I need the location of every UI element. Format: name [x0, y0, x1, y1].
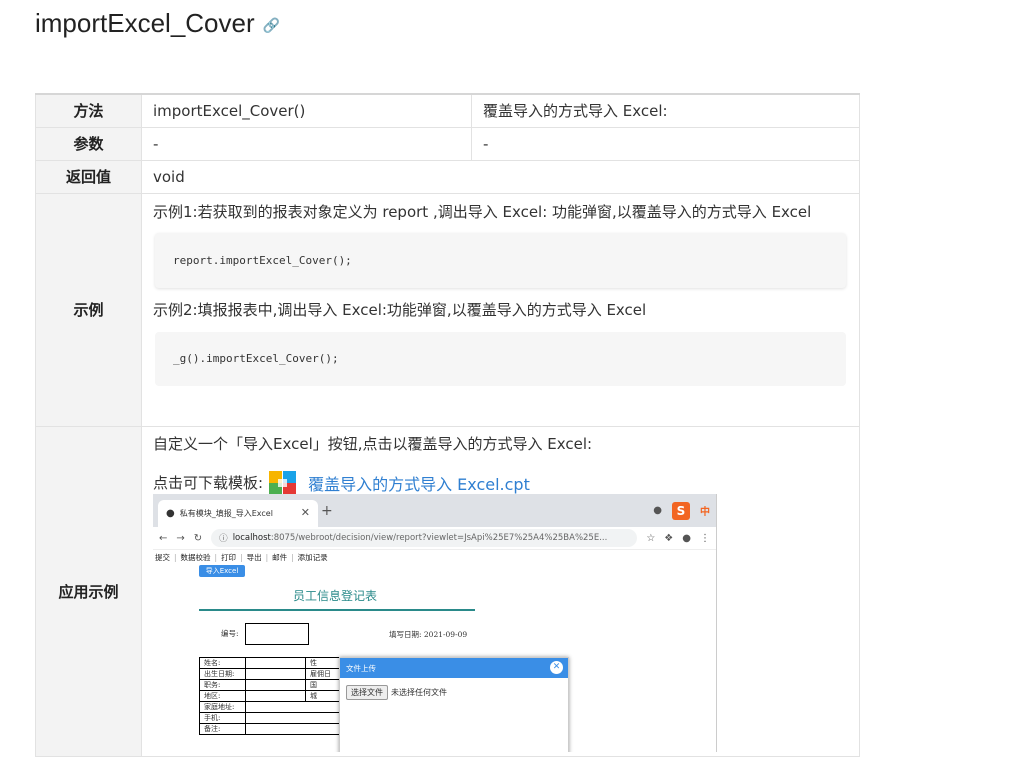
window-controls: ● S 中 — [653, 494, 716, 527]
ime-language: 中 — [700, 507, 710, 518]
application-text: 自定义一个「导入Excel」按钮,点击以覆盖导入的方式导入 Excel: — [153, 434, 593, 453]
tab-close-icon[interactable]: ✕ — [301, 506, 310, 519]
choose-file-button[interactable]: 选择文件 — [346, 685, 388, 700]
method-label: 方法 — [35, 93, 142, 128]
url-host: localhost — [232, 533, 271, 543]
dialog-header: 文件上传 ✕ — [340, 658, 568, 678]
toolbar-print[interactable]: 打印 — [221, 552, 236, 563]
menu-icon[interactable]: ⋮ — [700, 533, 710, 544]
example-content: 示例1:若获取到的报表对象定义为 report ,调出导入 Excel: 功能弹… — [141, 192, 860, 427]
embedded-screenshot: ● 私有模块_填报_导入Excel ✕ + ● S 中 ← → ↻ ⓘ loca… — [153, 494, 717, 752]
grid-hire-label: 雇佣日 — [305, 668, 340, 680]
application-label: 应用示例 — [35, 425, 142, 757]
toolbar-export[interactable]: 导出 — [247, 552, 262, 563]
form-grid: 姓名: 性 出生日期: 雇佣日 职务: 国 地区: 城 家庭地址: 手机: 备注: — [199, 657, 340, 735]
row-param: 参数 - - — [35, 126, 860, 161]
toolbar-submit[interactable]: 提交 — [155, 552, 170, 563]
return-label: 返回值 — [35, 159, 142, 194]
info-icon: ⓘ — [219, 534, 228, 544]
download-prefix: 点击可下载模板: — [153, 474, 264, 492]
form-title-underline — [199, 609, 475, 611]
page-title-text: importExcel_Cover — [35, 8, 255, 38]
example-label: 示例 — [35, 192, 142, 427]
address-bar-row: ← → ↻ ⓘ localhost:8075/webroot/decision/… — [153, 527, 716, 549]
report-toolbar: 提交 | 数据校验 | 打印 | 导出 | 邮件 | 添加记录 — [153, 549, 716, 565]
grid-name-label: 姓名: — [199, 657, 246, 669]
grid-phone-label: 手机: — [199, 712, 246, 724]
new-tab-icon[interactable]: + — [321, 503, 333, 519]
form-title: 员工信息登记表 — [293, 589, 378, 603]
row-example: 示例 示例1:若获取到的报表对象定义为 report ,调出导入 Excel: … — [35, 192, 860, 427]
import-excel-button[interactable]: 导入Excel — [199, 565, 245, 577]
date-label: 填写日期: 2021-09-09 — [389, 630, 468, 639]
star-icon[interactable]: ☆ — [646, 533, 655, 544]
grid-birth-label: 出生日期: — [199, 668, 246, 680]
grid-gender-label: 性 — [305, 657, 340, 669]
grid-job-label: 职务: — [199, 679, 246, 691]
example2-text: 示例2:填报报表中,调出导入 Excel:功能弹窗,以覆盖导入的方式导入 Exc… — [153, 300, 647, 319]
method-name: importExcel_Cover() — [141, 93, 472, 128]
grid-remark-label: 备注: — [199, 723, 246, 735]
dialog-close-icon[interactable]: ✕ — [550, 661, 563, 674]
grid-region-label: 地区: — [199, 690, 246, 702]
grid-country-label: 国 — [305, 679, 340, 691]
extensions-icon[interactable]: ❖ — [664, 533, 673, 544]
number-input[interactable] — [245, 623, 309, 645]
url-rest: :8075/webroot/decision/view/report?viewl… — [270, 533, 608, 543]
download-line: 点击可下载模板: 覆盖导入的方式导入 Excel.cpt — [153, 470, 848, 496]
example2-code[interactable]: _g().importExcel_Cover(); — [155, 331, 846, 386]
number-label: 编号: — [221, 629, 239, 638]
record-icon[interactable]: ● — [653, 505, 662, 516]
row-method: 方法 importExcel_Cover() 覆盖导入的方式导入 Excel: — [35, 93, 860, 128]
page-title: importExcel_Cover 🔗 — [35, 8, 280, 39]
profile-icon[interactable]: ● — [682, 533, 691, 544]
return-value: void — [141, 159, 860, 194]
toolbar-validate[interactable]: 数据校验 — [181, 552, 211, 563]
row-return: 返回值 void — [35, 159, 860, 194]
grid-city-label: 城 — [305, 690, 340, 702]
dialog-title: 文件上传 — [346, 663, 376, 673]
download-template-link[interactable]: 覆盖导入的方式导入 Excel.cpt — [308, 471, 530, 495]
browser-tabbar: ● 私有模块_填报_导入Excel ✕ + ● S 中 — [153, 494, 716, 527]
cpt-file-icon — [269, 470, 297, 495]
browser-tab[interactable]: ● 私有模块_填报_导入Excel ✕ — [158, 500, 318, 527]
method-description: 覆盖导入的方式导入 Excel: — [471, 93, 860, 128]
example1-code[interactable]: report.importExcel_Cover(); — [155, 232, 846, 288]
param-label: 参数 — [35, 126, 142, 161]
forward-icon[interactable]: → — [176, 533, 184, 544]
sogou-ime-icon[interactable]: S — [672, 501, 690, 520]
tab-title: 私有模块_填报_导入Excel — [179, 509, 273, 518]
toolbar-mail[interactable]: 邮件 — [272, 552, 287, 563]
back-icon[interactable]: ← — [159, 533, 167, 544]
url-field[interactable]: ⓘ localhost:8075/webroot/decision/view/r… — [211, 529, 638, 547]
example1-text: 示例1:若获取到的报表对象定义为 report ,调出导入 Excel: 功能弹… — [153, 202, 812, 221]
param-value-2: - — [471, 126, 860, 161]
reload-icon[interactable]: ↻ — [194, 533, 202, 544]
dialog-body: 选择文件 未选择任何文件 — [340, 678, 568, 707]
grid-address-label: 家庭地址: — [199, 701, 246, 713]
no-file-text: 未选择任何文件 — [391, 688, 447, 697]
param-value-1: - — [141, 126, 472, 161]
globe-icon: ● — [166, 508, 175, 519]
toolbar-add-record[interactable]: 添加记录 — [298, 552, 328, 563]
file-upload-dialog: 文件上传 ✕ 选择文件 未选择任何文件 — [339, 657, 569, 752]
link-icon[interactable]: 🔗 — [263, 17, 280, 33]
